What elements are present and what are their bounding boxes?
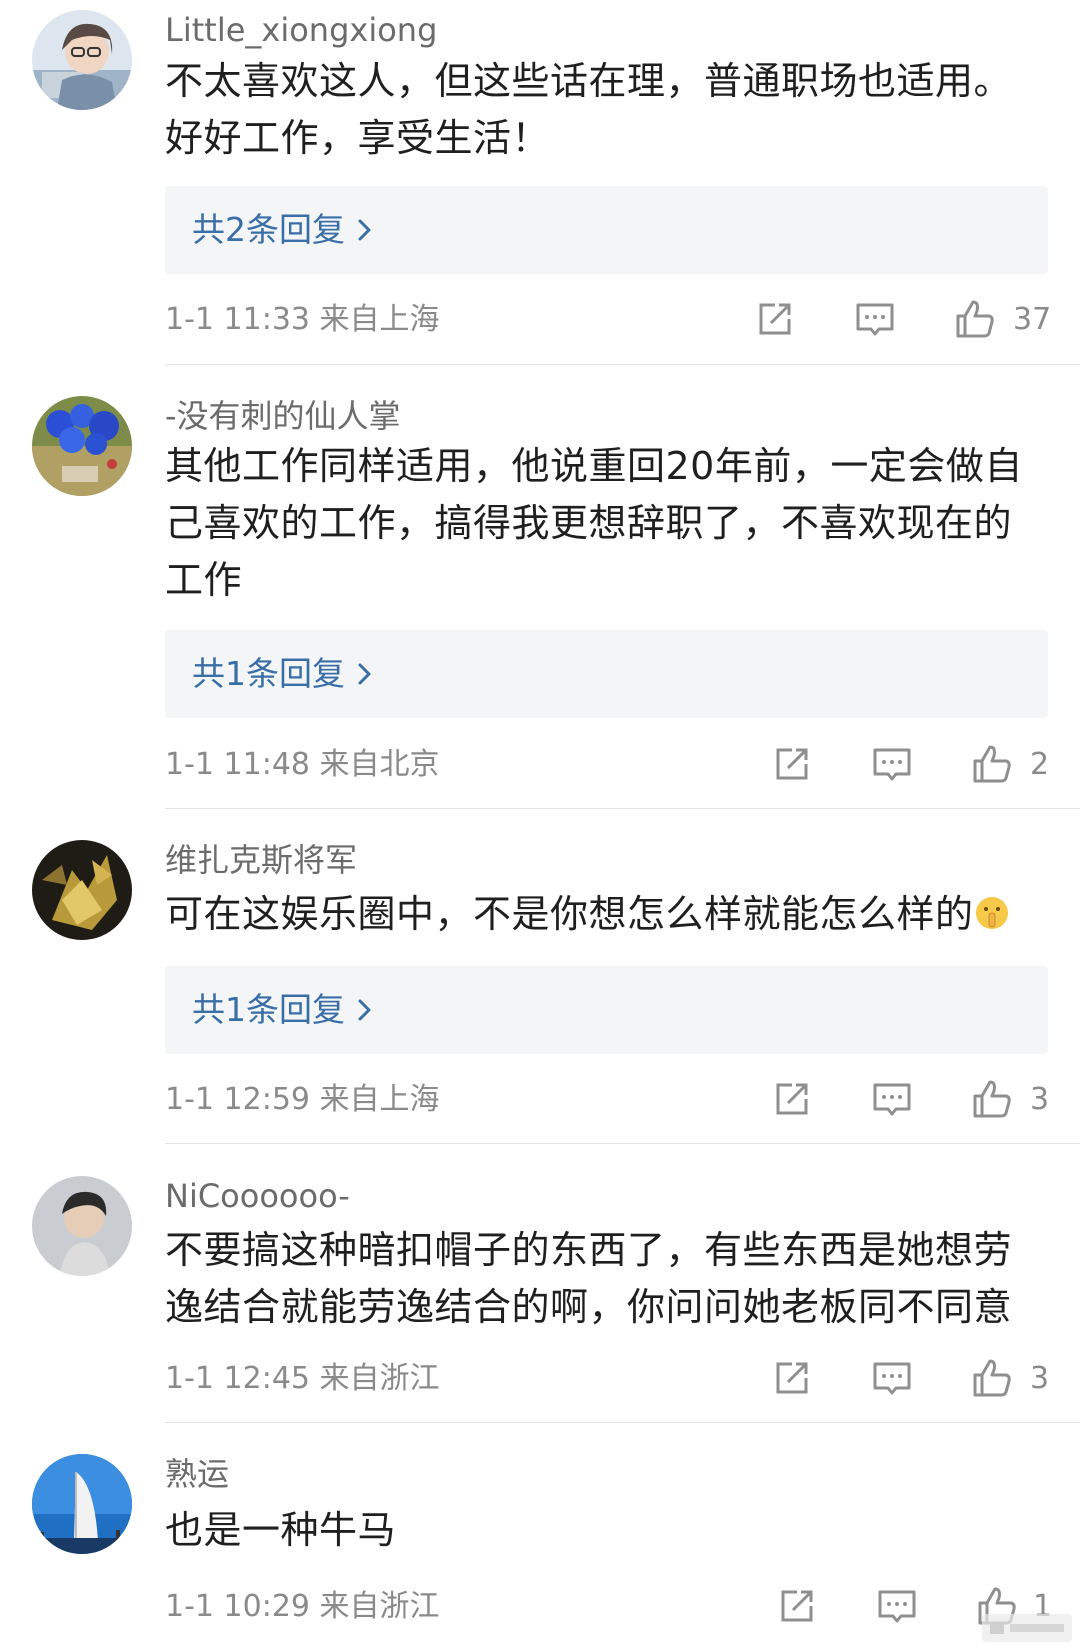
chevron-right-icon: [358, 219, 371, 241]
username[interactable]: Little_xiongxiong: [165, 10, 437, 50]
like-icon[interactable]: [953, 297, 997, 341]
comment-text: 不要搞这种暗扣帽子的东西了，有些东西是她想劳逸结合就能劳逸结合的啊，你问问她老板…: [165, 1228, 1013, 1329]
avatar[interactable]: [32, 1176, 132, 1276]
timestamp-location: 1-1 12:59 来自上海: [165, 1082, 440, 1117]
username[interactable]: -没有刺的仙人掌: [165, 396, 401, 436]
chevron-right-icon: [358, 999, 371, 1021]
comment-text: 可在这娱乐圈中，不是你想怎么样就能怎么样的: [165, 886, 1045, 943]
shushing-face-emoji: [974, 890, 1010, 929]
avatar[interactable]: [32, 1454, 132, 1554]
comment-icon[interactable]: [875, 1584, 919, 1628]
username[interactable]: NiCoooooo-: [165, 1176, 350, 1216]
timestamp-location: 1-1 11:48 来自北京: [165, 747, 440, 782]
reply-count-label: 共1条回复: [192, 990, 345, 1029]
timestamp-location: 1-1 11:33 来自上海: [165, 302, 440, 337]
comment-meta: 1-1 12:45 来自浙江 3: [165, 1354, 1050, 1404]
comment-meta: 1-1 11:48 来自北京 2: [165, 740, 1050, 790]
share-icon[interactable]: [770, 742, 814, 786]
comment-meta: 1-1 12:59 来自上海 3: [165, 1075, 1050, 1125]
username[interactable]: 熟运: [165, 1454, 229, 1494]
comment-icon[interactable]: [870, 742, 914, 786]
share-icon[interactable]: [753, 297, 797, 341]
comment-meta: 1-1 10:29 来自浙江 1: [165, 1582, 1052, 1632]
reply-thread-button[interactable]: 共2条回复: [165, 186, 1048, 274]
comment-text: 也是一种牛马: [165, 1508, 397, 1552]
reply-count-label: 共1条回复: [192, 654, 345, 693]
avatar[interactable]: [32, 396, 132, 496]
comment-icon[interactable]: [853, 297, 897, 341]
like-count: 3: [1030, 1082, 1050, 1117]
divider: [165, 1422, 1080, 1423]
comment-icon[interactable]: [870, 1077, 914, 1121]
watermark: [982, 1610, 1072, 1646]
comment-icon[interactable]: [870, 1356, 914, 1400]
divider: [165, 1143, 1080, 1144]
username[interactable]: 维扎克斯将军: [165, 840, 357, 880]
share-icon[interactable]: [770, 1077, 814, 1121]
like-count: 3: [1030, 1361, 1050, 1396]
reply-count-label: 共2条回复: [192, 210, 345, 249]
divider: [165, 808, 1080, 809]
like-icon[interactable]: [970, 742, 1014, 786]
avatar[interactable]: [32, 10, 132, 110]
divider: [165, 364, 1080, 365]
reply-thread-button[interactable]: 共1条回复: [165, 966, 1048, 1054]
comment-meta: 1-1 11:33 来自上海 37: [165, 295, 1052, 345]
timestamp-location: 1-1 10:29 来自浙江: [165, 1589, 440, 1624]
comment-text-content: 可在这娱乐圈中，不是你想怎么样就能怎么样的: [165, 892, 974, 936]
avatar[interactable]: [32, 840, 132, 940]
timestamp-location: 1-1 12:45 来自浙江: [165, 1361, 440, 1396]
like-icon[interactable]: [970, 1356, 1014, 1400]
share-icon[interactable]: [770, 1356, 814, 1400]
reply-thread-button[interactable]: 共1条回复: [165, 630, 1048, 718]
like-count: 2: [1030, 747, 1050, 782]
like-icon[interactable]: [970, 1077, 1014, 1121]
share-icon[interactable]: [775, 1584, 819, 1628]
chevron-right-icon: [358, 663, 371, 685]
like-count: 37: [1013, 302, 1052, 337]
comment-text: 不太喜欢这人，但这些话在理，普通职场也适用。好好工作，享受生活！: [165, 59, 1013, 160]
comment-text: 其他工作同样适用，他说重回20年前，一定会做自己喜欢的工作，搞得我更想辞职了，不…: [165, 444, 1023, 602]
